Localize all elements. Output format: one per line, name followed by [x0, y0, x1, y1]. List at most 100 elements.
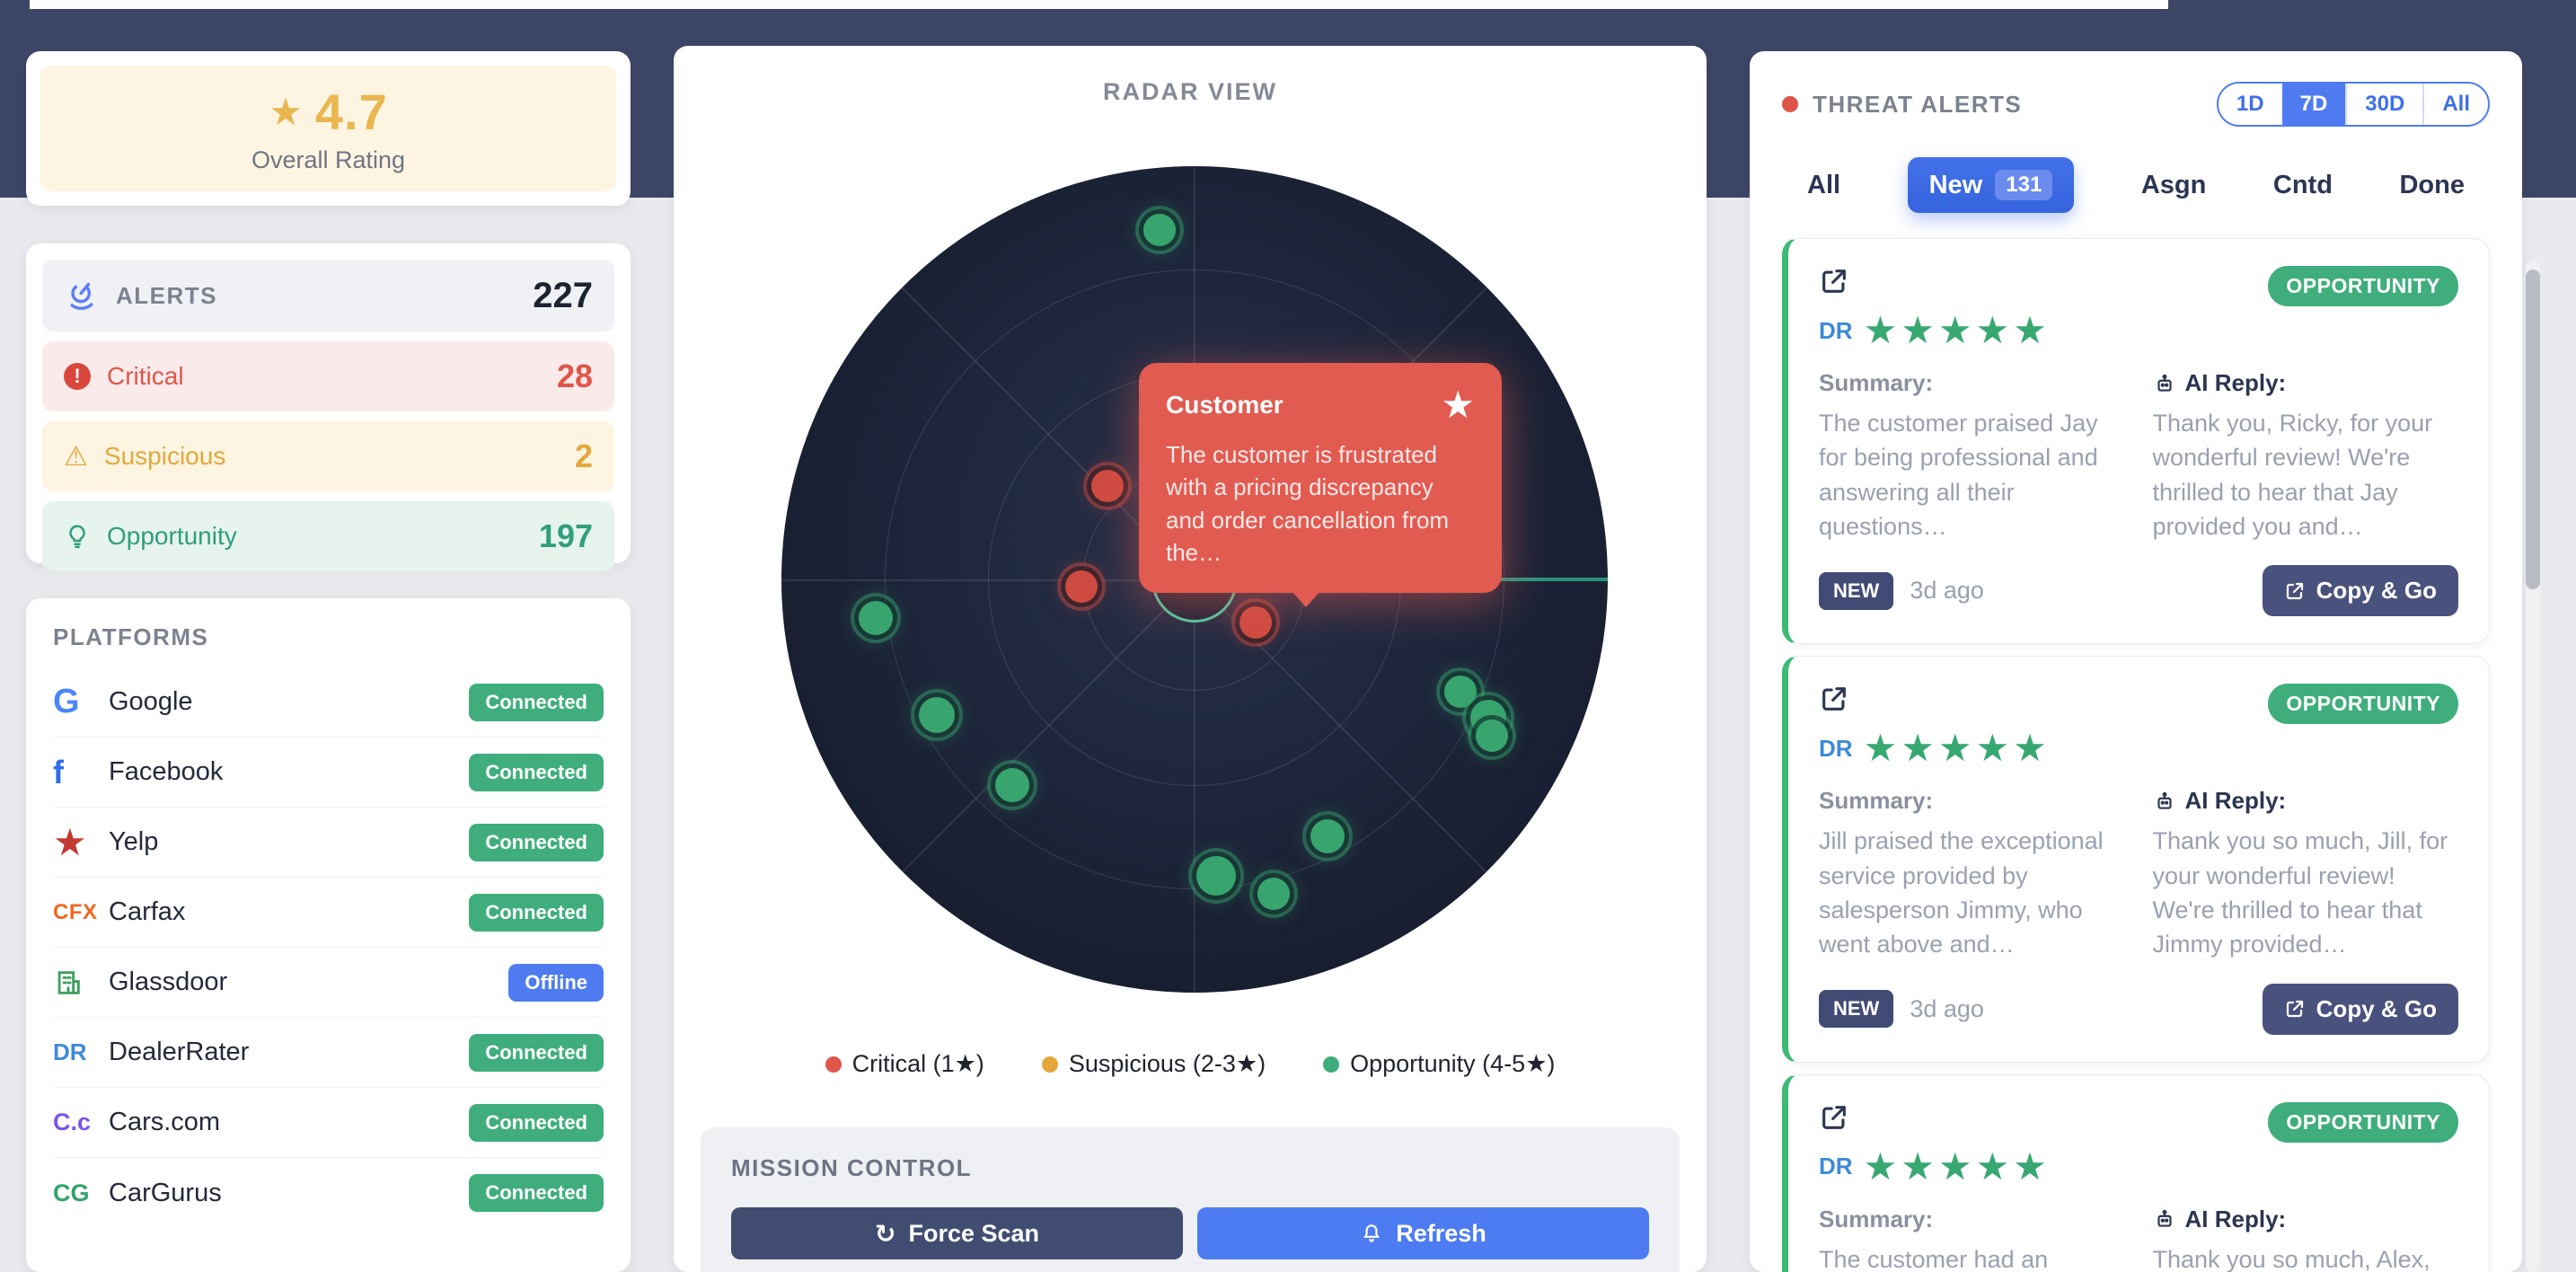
- threat-red-dot-icon: [1782, 96, 1798, 112]
- opportunity-badge: OPPORTUNITY: [2268, 684, 2458, 724]
- radar-dot-critical[interactable]: [1091, 470, 1124, 502]
- star-rating: ★★★★★: [1864, 312, 2051, 349]
- ai-reply-label-text: AI Reply:: [2185, 369, 2287, 397]
- radar-dot-opportunity[interactable]: [859, 601, 893, 635]
- radar-dot-critical[interactable]: [1239, 606, 1272, 639]
- platform-name: CarGurus: [109, 1179, 469, 1208]
- radar-dot-opportunity[interactable]: [1143, 214, 1176, 246]
- tab-all[interactable]: All: [1807, 171, 1840, 200]
- warning-triangle-icon: ⚠: [64, 441, 88, 473]
- threat-alert-card[interactable]: OPPORTUNITY DR ★★★★★ Summary: The custom…: [1782, 238, 2490, 644]
- tab-done[interactable]: Done: [2399, 171, 2465, 200]
- time-filter-7d[interactable]: 7D: [2282, 84, 2346, 125]
- alerts-card: ALERTS 227 ! Critical 28 ⚠ Suspicious 2 …: [26, 243, 631, 563]
- time-filter-group: 1D 7D 30D All: [2217, 82, 2490, 127]
- radar-dot-opportunity[interactable]: [1476, 720, 1508, 752]
- radar-dot-opportunity[interactable]: [995, 768, 1029, 802]
- platform-name: Glassdoor: [109, 967, 508, 997]
- copy-and-go-button[interactable]: Copy & Go: [2263, 984, 2458, 1035]
- platform-row-yelp[interactable]: ★ Yelp Connected: [53, 808, 604, 878]
- ai-reply-label-text: AI Reply:: [2185, 787, 2287, 815]
- radar-dot-opportunity[interactable]: [1444, 676, 1477, 708]
- legend-label: Critical (1★): [852, 1050, 984, 1078]
- ai-reply-text: Thank you so much, Alex, for sharing you…: [2153, 1242, 2458, 1272]
- platform-tag-dr: DR: [1819, 735, 1853, 763]
- tooltip-body: The customer is frustrated with a pricin…: [1166, 438, 1475, 570]
- platform-row-dealerrater[interactable]: DR DealerRater Connected: [53, 1018, 604, 1088]
- alert-row-opportunity[interactable]: Opportunity 197: [42, 501, 614, 571]
- robot-icon: [2153, 1207, 2176, 1231]
- tooltip-title: Customer: [1166, 391, 1284, 420]
- radar-display[interactable]: SP Customer ★ The customer is frustrated…: [781, 166, 1608, 993]
- time-filter-all[interactable]: All: [2422, 84, 2488, 125]
- threat-alert-card[interactable]: OPPORTUNITY DR ★★★★★ Summary: Jill prais…: [1782, 656, 2490, 1062]
- ai-reply-text: Thank you so much, Jill, for your wonder…: [2153, 824, 2458, 961]
- bell-icon: [1360, 1222, 1383, 1245]
- radar-dot-opportunity[interactable]: [1310, 819, 1345, 853]
- alert-row-critical[interactable]: ! Critical 28: [42, 341, 614, 411]
- platform-tag-dr: DR: [1819, 317, 1853, 345]
- platform-name: Cars.com: [109, 1108, 469, 1137]
- summary-text: The customer praised Jay for being profe…: [1819, 406, 2113, 543]
- robot-icon: [2153, 372, 2176, 395]
- alerts-total: 227: [533, 276, 593, 316]
- refresh-arrow-icon: ↻: [875, 1219, 895, 1249]
- summary-label: Summary:: [1819, 1206, 2113, 1233]
- force-scan-label: Force Scan: [908, 1220, 1039, 1248]
- external-link-icon[interactable]: [1819, 266, 1849, 296]
- tab-cntd[interactable]: Cntd: [2273, 171, 2333, 200]
- rating-star-icon: ★: [269, 93, 306, 131]
- radar-dot-opportunity[interactable]: [919, 697, 955, 733]
- force-scan-button[interactable]: ↻ Force Scan: [731, 1207, 1183, 1259]
- time-filter-30d[interactable]: 30D: [2345, 84, 2422, 125]
- tab-new[interactable]: New 131: [1908, 157, 2075, 213]
- radar-dot-opportunity[interactable]: [1257, 878, 1290, 910]
- status-badge: Connected: [469, 1034, 604, 1072]
- radar-tooltip[interactable]: Customer ★ The customer is frustrated wi…: [1139, 363, 1502, 593]
- robot-icon: [2153, 790, 2176, 813]
- alerts-header-row: ALERTS 227: [42, 260, 614, 331]
- tab-new-count-badge: 131: [1995, 170, 2052, 200]
- refresh-button[interactable]: Refresh: [1197, 1207, 1649, 1259]
- summary-label: Summary:: [1819, 787, 2113, 815]
- scrollbar-thumb[interactable]: [2526, 269, 2540, 589]
- platform-row-glassdoor[interactable]: Glassdoor Offline: [53, 948, 604, 1018]
- platforms-title: PLATFORMS: [53, 623, 604, 651]
- carfax-icon: CFX: [53, 900, 109, 925]
- time-filter-1d[interactable]: 1D: [2219, 84, 2282, 125]
- google-icon: G: [53, 683, 109, 721]
- platform-row-cargurus[interactable]: CG CarGurus Connected: [53, 1158, 604, 1228]
- external-link-icon[interactable]: [1819, 684, 1849, 714]
- threat-alert-card[interactable]: OPPORTUNITY DR ★★★★★ Summary: The custom…: [1782, 1074, 2490, 1272]
- platform-row-carscom[interactable]: C.c Cars.com Connected: [53, 1088, 604, 1158]
- platform-row-google[interactable]: G Google Connected: [53, 667, 604, 738]
- mission-control-title: MISSION CONTROL: [731, 1154, 1649, 1182]
- alert-row-suspicious[interactable]: ⚠ Suspicious 2: [42, 421, 614, 491]
- mission-control-panel: MISSION CONTROL ↻ Force Scan Refresh: [701, 1127, 1680, 1272]
- legend-critical: Critical (1★): [825, 1050, 984, 1078]
- radar-dish-icon: [64, 278, 100, 314]
- external-link-icon[interactable]: [1819, 1102, 1849, 1133]
- legend-suspicious-dot: [1042, 1056, 1058, 1073]
- platform-row-facebook[interactable]: f Facebook Connected: [53, 738, 604, 808]
- radar-dot-critical[interactable]: [1065, 570, 1098, 603]
- legend-suspicious: Suspicious (2-3★): [1042, 1050, 1266, 1078]
- platform-row-carfax[interactable]: CFX Carfax Connected: [53, 878, 604, 948]
- radar-dot-opportunity[interactable]: [1196, 856, 1236, 896]
- copy-and-go-label: Copy & Go: [2316, 577, 2437, 605]
- facebook-icon: f: [53, 754, 109, 791]
- tab-asgn[interactable]: Asgn: [2141, 171, 2207, 200]
- rating-inner-panel: ★ 4.7 Overall Rating: [40, 66, 616, 191]
- opportunity-badge: OPPORTUNITY: [2268, 1102, 2458, 1143]
- ai-reply-label: AI Reply:: [2153, 369, 2458, 397]
- top-header-strip: [30, 0, 2168, 9]
- copy-and-go-label: Copy & Go: [2316, 995, 2437, 1023]
- external-link-icon: [2284, 998, 2306, 1020]
- threat-tabs: All New 131 Asgn Cntd Done: [1782, 157, 2490, 213]
- legend-label: Suspicious (2-3★): [1069, 1050, 1266, 1078]
- summary-text: Jill praised the exceptional service pro…: [1819, 824, 2113, 961]
- platform-name: DealerRater: [109, 1038, 469, 1067]
- summary-label: Summary:: [1819, 369, 2113, 397]
- copy-and-go-button[interactable]: Copy & Go: [2263, 565, 2458, 616]
- star-rating: ★★★★★: [1864, 729, 2051, 767]
